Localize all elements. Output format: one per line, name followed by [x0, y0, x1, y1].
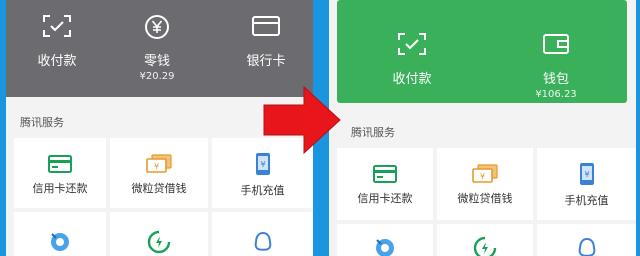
service-label: 信用卡还款 — [357, 192, 413, 205]
svg-text:¥: ¥ — [584, 170, 589, 179]
service-qq[interactable] — [212, 212, 313, 256]
service-label: 信用卡还款 — [32, 182, 88, 195]
change-amount: ¥20.29 — [139, 71, 175, 82]
yen-coin-icon — [145, 15, 169, 39]
swirl-icon — [376, 239, 394, 256]
right-phone-screen: 收付款 钱包 ¥106.23 腾讯服务 信用卡还款 ¥ 微粒贷借钱 ¥ 手机充值 — [329, 0, 636, 256]
svg-text:¥: ¥ — [260, 160, 265, 169]
service-qq-coin[interactable] — [14, 212, 106, 256]
service-label: 微粒贷借钱 — [131, 182, 187, 195]
service-mobile-flow[interactable] — [437, 224, 533, 256]
pay-receive-label: 收付款 — [37, 54, 77, 69]
service-credit-card-repay[interactable]: 信用卡还款 — [337, 148, 433, 220]
service-weili-loan[interactable]: ¥ 微粒贷借钱 — [437, 148, 533, 220]
service-weili-loan[interactable]: ¥ 微粒贷借钱 — [110, 138, 208, 208]
wallet-button[interactable]: 钱包 ¥106.23 — [523, 32, 589, 100]
wallet-amount: ¥106.23 — [535, 89, 577, 100]
wallet-icon — [543, 34, 569, 54]
svg-text:¥: ¥ — [154, 162, 159, 171]
pay-receive-button[interactable]: 收付款 — [26, 14, 88, 69]
charge-bolt-icon — [473, 236, 497, 256]
scan-pay-icon — [43, 15, 71, 37]
service-label: 手机充值 — [240, 184, 285, 197]
service-label: 手机充值 — [564, 194, 609, 207]
credit-card-icon — [48, 155, 72, 173]
bank-card-button[interactable]: 银行卡 — [235, 14, 297, 69]
credit-card-icon — [373, 165, 397, 183]
penguin-icon — [254, 231, 271, 251]
service-qq-coin[interactable] — [337, 224, 433, 256]
loan-icon: ¥ — [472, 164, 498, 183]
service-phone-recharge[interactable]: ¥ 手机充值 — [537, 148, 636, 220]
swirl-icon — [51, 233, 69, 251]
service-label: 微粒贷借钱 — [457, 192, 513, 205]
change-label: 零钱 — [143, 54, 170, 69]
phone-recharge-icon: ¥ — [579, 163, 594, 185]
section-title: 腾讯服务 — [20, 116, 64, 129]
charge-bolt-icon — [147, 230, 171, 254]
transition-arrow-icon — [263, 85, 341, 155]
service-qq[interactable] — [537, 224, 636, 256]
svg-text:¥: ¥ — [480, 172, 485, 181]
change-balance-button[interactable]: 零钱 ¥20.29 — [126, 14, 188, 82]
section-title: 腾讯服务 — [351, 126, 395, 139]
penguin-icon — [578, 237, 595, 256]
loan-icon: ¥ — [146, 154, 172, 173]
pay-receive-label: 收付款 — [392, 72, 432, 87]
service-mobile-flow[interactable] — [110, 212, 208, 256]
phone-recharge-icon: ¥ — [255, 153, 270, 175]
bank-card-icon — [252, 16, 280, 36]
pay-receive-button[interactable]: 收付款 — [379, 32, 445, 87]
bank-card-label: 银行卡 — [246, 54, 286, 69]
scan-pay-icon — [398, 33, 426, 55]
wallet-label: 钱包 — [542, 72, 569, 87]
service-credit-card-repay[interactable]: 信用卡还款 — [14, 138, 106, 208]
